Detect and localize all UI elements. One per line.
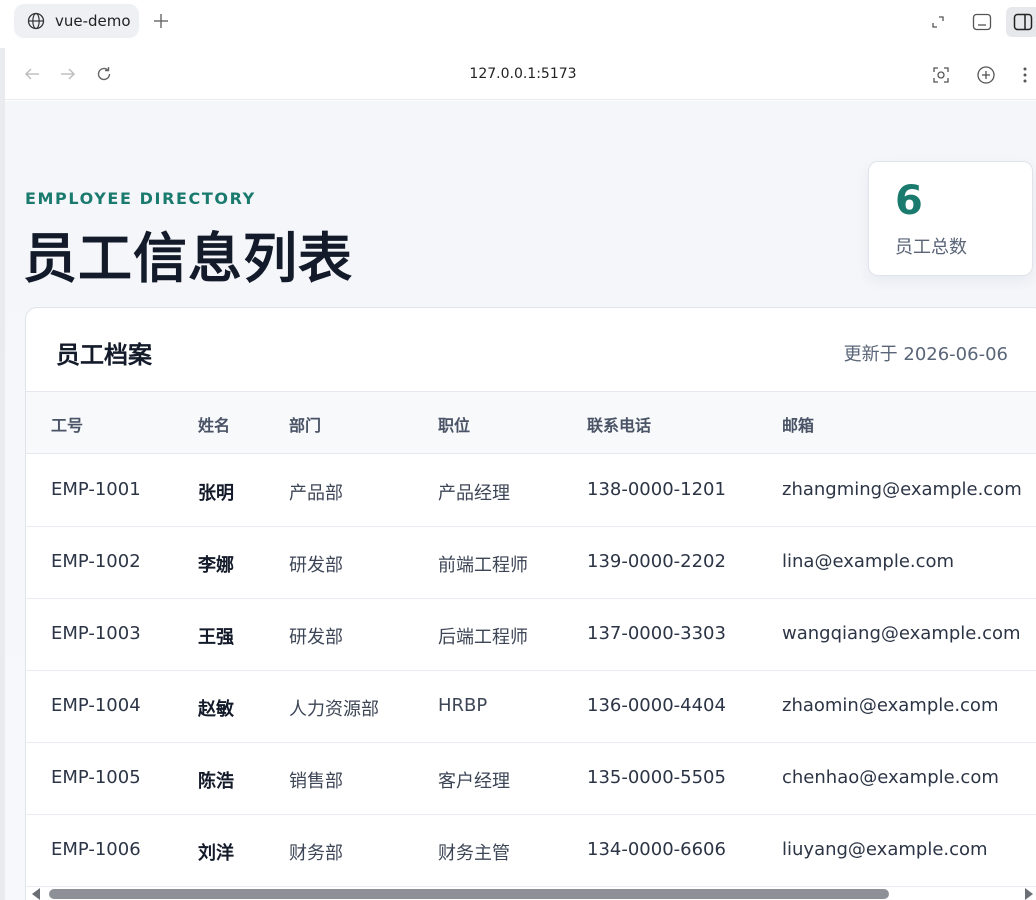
table-row: EMP-1005 陈浩 销售部 客户经理 135-0000-5505 chenh…	[26, 743, 1036, 815]
scroll-right-arrow-icon[interactable]	[1025, 888, 1033, 900]
employee-id: EMP-1001	[51, 479, 141, 500]
employee-name: 陈浩	[198, 771, 234, 792]
employee-email: lina@example.com	[782, 551, 955, 572]
fullscreen-icon[interactable]	[926, 10, 950, 34]
employee-email: wangqiang@example.com	[782, 623, 1021, 644]
employee-position: HRBP	[438, 695, 488, 716]
employee-position: 产品经理	[438, 483, 510, 504]
employee-dept: 销售部	[289, 771, 343, 792]
updated-timestamp: 更新于 2026-06-06	[843, 344, 1008, 365]
table-row: EMP-1004 赵敏 人力资源部 HRBP 136-0000-4404 zha…	[26, 671, 1036, 743]
page-title: 员工信息列表	[23, 227, 353, 290]
sidebar-icon[interactable]	[1006, 7, 1036, 37]
horizontal-scrollbar[interactable]	[32, 887, 1036, 900]
screenshot-icon[interactable]	[930, 64, 952, 86]
employee-id: EMP-1004	[51, 695, 141, 716]
employee-email: zhangming@example.com	[782, 479, 1022, 500]
employee-id: EMP-1002	[51, 551, 141, 572]
employee-count: 6	[895, 178, 923, 224]
employee-name: 赵敏	[198, 699, 234, 720]
globe-icon	[26, 11, 46, 31]
new-tab-icon[interactable]	[150, 10, 172, 32]
scrollbar-thumb[interactable]	[49, 889, 889, 899]
column-header-name: 姓名	[198, 416, 231, 435]
browser-tab[interactable]: vue-demo	[14, 4, 139, 38]
employee-phone: 137-0000-3303	[587, 623, 726, 644]
employee-count-card: 6 员工总数	[868, 161, 1033, 276]
page-eyebrow: EMPLOYEE DIRECTORY	[25, 189, 256, 208]
employee-table-card: 员工档案 更新于 2026-06-06 工号 姓名 部门 职位 联系电话 邮箱 …	[25, 307, 1036, 900]
column-header-email: 邮箱	[782, 416, 815, 435]
card-title: 员工档案	[56, 341, 152, 369]
employee-name: 李娜	[198, 555, 234, 576]
table-row: EMP-1001 张明 产品部 产品经理 138-0000-1201 zhang…	[26, 455, 1036, 527]
table-header: 工号 姓名 部门 职位 联系电话 邮箱	[26, 392, 1036, 454]
employee-count-label: 员工总数	[895, 237, 967, 258]
card-header: 员工档案 更新于 2026-06-06	[26, 308, 1036, 392]
column-header-dept: 部门	[289, 416, 322, 435]
employee-email: liuyang@example.com	[782, 839, 988, 860]
table-row: EMP-1006 刘洋 财务部 财务主管 134-0000-6606 liuya…	[26, 815, 1036, 887]
employee-id: EMP-1006	[51, 839, 141, 860]
employee-position: 客户经理	[438, 771, 510, 792]
employee-phone: 134-0000-6606	[587, 839, 726, 860]
url-field[interactable]: 127.0.0.1:5173	[0, 66, 1036, 82]
employee-dept: 财务部	[289, 843, 343, 864]
column-header-id: 工号	[51, 416, 84, 435]
scroll-left-arrow-icon[interactable]	[32, 888, 40, 900]
address-bar: 127.0.0.1:5173	[0, 48, 1036, 100]
employee-dept: 研发部	[289, 555, 343, 576]
table-row: EMP-1003 王强 研发部 后端工程师 137-0000-3303 wang…	[26, 599, 1036, 671]
page-viewport: EMPLOYEE DIRECTORY 员工信息列表 6 员工总数 员工档案 更新…	[5, 101, 1036, 900]
employee-phone: 135-0000-5505	[587, 767, 726, 788]
employee-phone: 139-0000-2202	[587, 551, 726, 572]
employee-id: EMP-1005	[51, 767, 141, 788]
column-header-position: 职位	[438, 416, 471, 435]
employee-position: 后端工程师	[438, 627, 528, 648]
employee-name: 王强	[198, 627, 234, 648]
employee-phone: 136-0000-4404	[587, 695, 726, 716]
employee-name: 刘洋	[198, 843, 234, 864]
tab-title: vue-demo	[55, 12, 131, 30]
column-header-phone: 联系电话	[587, 416, 652, 435]
employee-id: EMP-1003	[51, 623, 141, 644]
minimize-icon[interactable]	[970, 10, 994, 34]
employee-email: chenhao@example.com	[782, 767, 999, 788]
browser-tab-bar: vue-demo	[0, 0, 1036, 48]
employee-name: 张明	[198, 483, 234, 504]
employee-phone: 138-0000-1201	[587, 479, 726, 500]
employee-dept: 研发部	[289, 627, 343, 648]
employee-dept: 人力资源部	[289, 699, 379, 720]
table-row: EMP-1002 李娜 研发部 前端工程师 139-0000-2202 lina…	[26, 527, 1036, 599]
employee-dept: 产品部	[289, 483, 343, 504]
employee-email: zhaomin@example.com	[782, 695, 999, 716]
employee-position: 前端工程师	[438, 555, 528, 576]
employee-position: 财务主管	[438, 843, 510, 864]
zoom-icon[interactable]	[975, 64, 997, 86]
menu-icon[interactable]	[1014, 64, 1036, 86]
